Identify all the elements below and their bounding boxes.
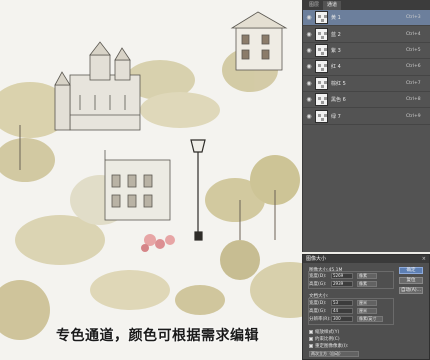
channel-row[interactable]: ◉ 红 4 Ctrl+6 (303, 59, 430, 76)
constrain-label: 约束比例(C) (315, 337, 340, 342)
channel-thumbnail (315, 60, 328, 74)
visibility-eye-icon[interactable]: ◉ (303, 47, 315, 54)
tab-channels[interactable]: 通道 (323, 1, 342, 10)
height-input[interactable]: 2939 (331, 281, 353, 287)
height-unit-select[interactable]: 像素 (357, 281, 377, 287)
channel-name: 黄 1 (331, 15, 341, 22)
channel-thumbnail (315, 93, 328, 107)
resolution-unit-select[interactable]: 像素/英寸 (357, 316, 383, 322)
doc-height-input[interactable]: 44 (331, 308, 353, 314)
dialog-title-text: 图像大小 (306, 256, 327, 262)
channel-shortcut: Ctrl+5 (406, 47, 421, 53)
channels-panel: 图层 通道 ◉ 黄 1 Ctrl+3 ◉ 蓝 2 Ctrl+4 ◉ 紫 3 Ctrl+5 ◉ 红 4… (302, 0, 430, 252)
channel-name: 绿 7 (331, 113, 341, 120)
height-label: 高度(G): (309, 282, 327, 287)
channel-shortcut: Ctrl+8 (406, 97, 421, 103)
spot-channel-caption: 专色通道，颜色可根据需求编辑 (56, 328, 259, 344)
scale-styles-checkbox[interactable]: 缩放样式(Y) (309, 329, 339, 335)
channel-row[interactable]: ◉ 绿 7 Ctrl+9 (303, 108, 430, 125)
reset-button[interactable]: 复位 (399, 277, 423, 284)
channel-shortcut: Ctrl+7 (406, 80, 421, 86)
channel-shortcut: Ctrl+4 (406, 31, 421, 37)
resample-method-select[interactable]: 两次立方（自动） (309, 351, 359, 357)
doc-width-input[interactable]: 53 (331, 300, 353, 306)
channel-list: ◉ 黄 1 Ctrl+3 ◉ 蓝 2 Ctrl+4 ◉ 紫 3 Ctrl+5 ◉ 红 4 Ctrl+6… (303, 10, 430, 125)
visibility-eye-icon[interactable]: ◉ (303, 80, 315, 87)
doc-height-label: 高度(G): (309, 309, 327, 314)
channel-name: 蓝 2 (331, 31, 341, 38)
doc-width-unit-select[interactable]: 厘米 (357, 300, 377, 306)
channel-row[interactable]: ◉ 紫 3 Ctrl+5 (303, 43, 430, 60)
channel-name: 红 4 (331, 64, 341, 71)
channel-shortcut: Ctrl+9 (406, 113, 421, 119)
doc-height-unit-select[interactable]: 厘米 (357, 308, 377, 314)
channel-thumbnail (315, 109, 328, 123)
channel-thumbnail (315, 76, 328, 90)
channel-shortcut: Ctrl+6 (406, 64, 421, 70)
width-input[interactable]: 5269 (331, 273, 353, 279)
ok-button[interactable]: 确定 (399, 267, 423, 274)
close-icon[interactable]: × (422, 255, 426, 263)
resample-label: 重定图像像素(I): (315, 344, 349, 349)
visibility-eye-icon[interactable]: ◉ (303, 14, 315, 21)
tab-layers[interactable]: 图层 (305, 1, 323, 10)
panel-tabs: 图层 通道 (303, 0, 430, 10)
channel-thumbnail (315, 27, 328, 41)
visibility-eye-icon[interactable]: ◉ (303, 113, 315, 120)
channel-name: 紫 3 (331, 47, 341, 54)
resolution-input[interactable]: 300 (331, 316, 353, 322)
channel-name: 黑色 6 (331, 97, 346, 104)
width-unit-select[interactable]: 像素 (357, 273, 377, 279)
visibility-eye-icon[interactable]: ◉ (303, 96, 315, 103)
channel-thumbnail (315, 11, 328, 25)
width-label: 宽度(D): (309, 274, 327, 279)
channel-thumbnail (315, 43, 328, 57)
channel-row[interactable]: ◉ 棕红 5 Ctrl+7 (303, 76, 430, 92)
visibility-eye-icon[interactable]: ◉ (303, 63, 315, 70)
channel-shortcut: Ctrl+3 (406, 15, 421, 21)
resample-checkbox[interactable]: 重定图像像素(I): (309, 343, 348, 349)
channel-name: 棕红 5 (331, 80, 346, 87)
constrain-proportions-checkbox[interactable]: 约束比例(C) (309, 336, 340, 342)
resolution-label: 分辨率(R): (309, 317, 331, 322)
visibility-eye-icon[interactable]: ◉ (303, 31, 315, 38)
auto-button[interactable]: 自动(A)... (399, 287, 423, 294)
dialog-title: 图像大小 × (303, 255, 429, 263)
middle-building-illustration (104, 150, 171, 221)
doc-width-label: 宽度(D): (309, 301, 327, 306)
channel-row[interactable]: ◉ 蓝 2 Ctrl+4 (303, 26, 430, 43)
channel-row[interactable]: ◉ 黄 1 Ctrl+3 (303, 10, 430, 27)
scale-styles-label: 缩放样式(Y) (315, 330, 340, 335)
channel-row[interactable]: ◉ 黑色 6 Ctrl+8 (303, 92, 430, 109)
image-size-dialog: 图像大小 × 图像大小:45.1M 宽度(D): 5269 像素 高度(G): … (302, 254, 430, 360)
